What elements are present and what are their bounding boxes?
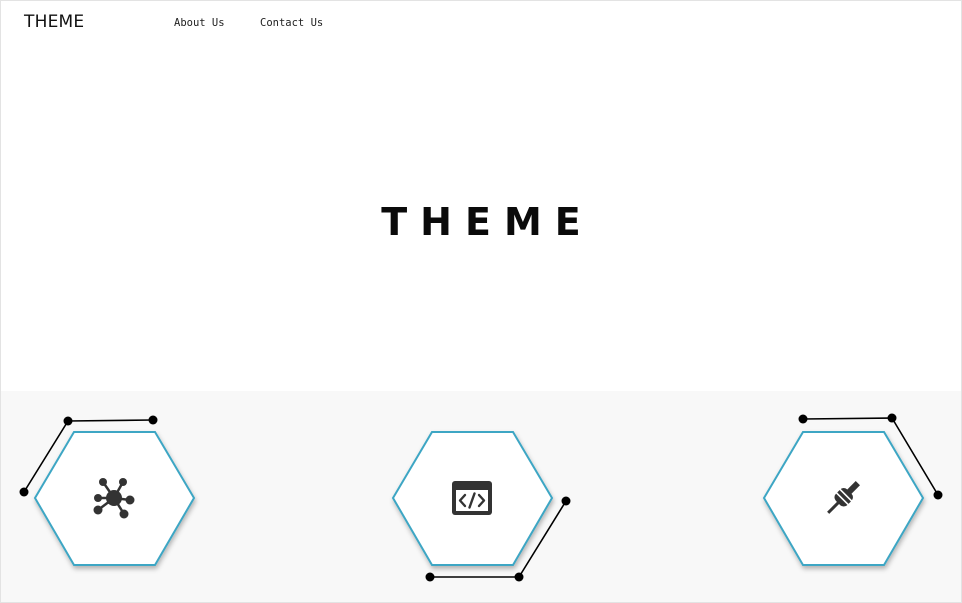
- feature-card-code: [360, 391, 571, 602]
- network-nodes-icon: [93, 478, 135, 519]
- nav-link-contact-us[interactable]: Contact Us: [260, 17, 323, 29]
- features-section: [1, 391, 961, 602]
- brand-logo[interactable]: THEME: [24, 12, 84, 32]
- feature-card-plug: [741, 391, 943, 602]
- code-window-icon: [452, 481, 492, 515]
- power-plug-icon: [827, 481, 860, 514]
- navbar: THEME About Us Contact Us: [1, 1, 961, 45]
- feature-card-network: [1, 391, 201, 602]
- hero-section: THEME: [1, 45, 961, 391]
- nav-link-about-us[interactable]: About Us: [174, 17, 225, 29]
- hero-title: THEME: [381, 200, 594, 245]
- page-frame: THEME About Us Contact Us THEME: [0, 0, 962, 603]
